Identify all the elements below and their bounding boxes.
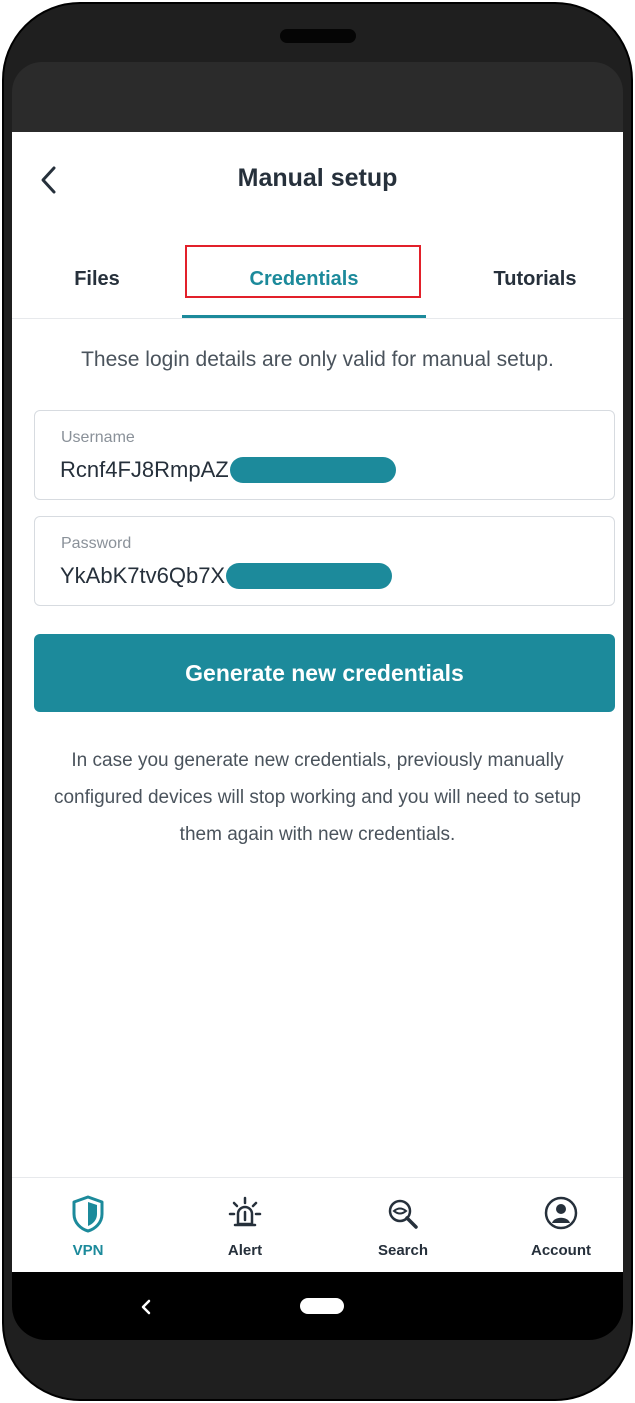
nav-label-vpn: VPN xyxy=(72,1242,104,1259)
nav-label-search: Search xyxy=(377,1242,429,1259)
nav-label-account: Account xyxy=(531,1242,591,1259)
speaker xyxy=(280,29,356,43)
tab-files[interactable]: Files xyxy=(37,240,157,318)
generate-credentials-button[interactable]: Generate new credentials xyxy=(34,634,615,712)
system-home-button[interactable] xyxy=(300,1298,344,1314)
password-label: Password xyxy=(61,535,132,552)
redaction-mask xyxy=(229,457,396,483)
app-screen: Manual setup Files Credentials Tutorials… xyxy=(12,132,623,1272)
username-value-row: Rcnf4FJ8RmpAZ xyxy=(60,457,396,483)
phone-frame: Manual setup Files Credentials Tutorials… xyxy=(0,0,635,1403)
active-tab-indicator xyxy=(182,315,426,318)
username-field[interactable]: Username Rcnf4FJ8RmpAZ xyxy=(34,410,615,500)
password-field[interactable]: Password YkAbK7tv6Qb7X xyxy=(34,516,615,606)
nav-vpn[interactable]: VPN xyxy=(28,1178,148,1272)
alarm-icon xyxy=(228,1196,262,1227)
system-nav-bar xyxy=(12,1272,623,1340)
nav-label-alert: Alert xyxy=(227,1242,263,1259)
page-title: Manual setup xyxy=(237,164,398,192)
tab-credentials[interactable]: Credentials xyxy=(182,240,426,318)
nav-search[interactable]: Search xyxy=(343,1178,463,1272)
nav-alert[interactable]: Alert xyxy=(185,1178,305,1272)
nav-account[interactable]: Account xyxy=(501,1178,621,1272)
search-icon xyxy=(388,1199,418,1229)
warning-text: In case you generate new credentials, pr… xyxy=(53,750,582,845)
status-bar xyxy=(12,62,623,132)
account-icon xyxy=(544,1196,578,1230)
system-back-icon[interactable] xyxy=(130,1292,160,1322)
shield-icon xyxy=(72,1195,104,1233)
info-text: These login details are only valid for m… xyxy=(81,348,554,371)
username-value: Rcnf4FJ8RmpAZ xyxy=(60,457,229,482)
password-value: YkAbK7tv6Qb7X xyxy=(60,563,226,588)
tab-tutorials[interactable]: Tutorials xyxy=(470,240,600,318)
bottom-nav: VPN Alert Search Account xyxy=(12,1177,623,1272)
redaction-mask xyxy=(226,563,393,589)
username-label: Username xyxy=(61,429,135,446)
password-value-row: YkAbK7tv6Qb7X xyxy=(60,563,393,589)
tab-bar: Files Credentials Tutorials xyxy=(12,240,623,319)
